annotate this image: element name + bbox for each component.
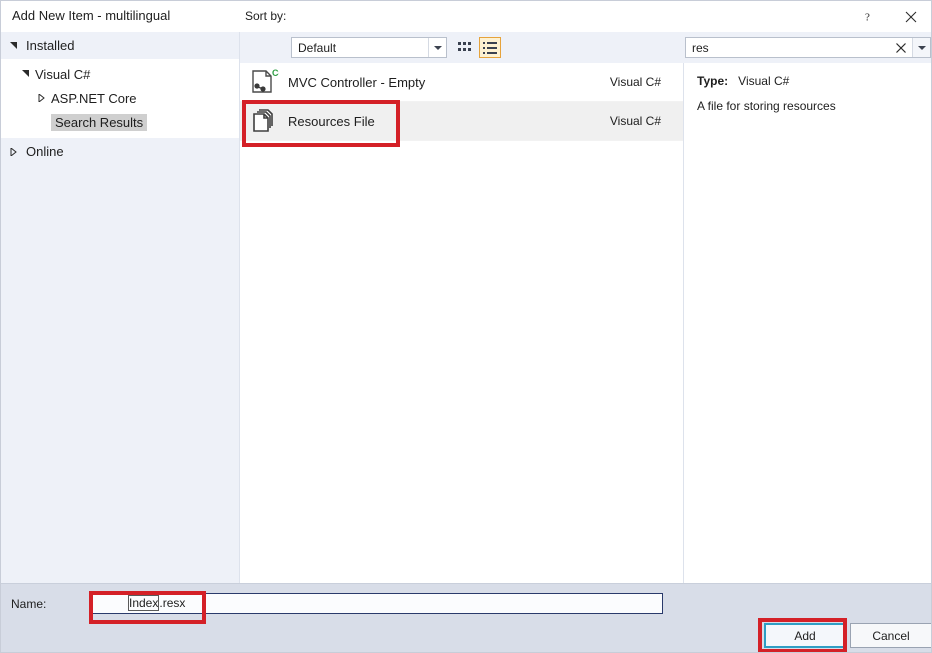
template-list: C# MVC Controller - Empty Visual C# Reso… [240,63,684,583]
sidebar-item-visual-csharp-label: Visual C# [35,66,91,82]
details-pane: Type: Visual C# A file for storing resou… [685,63,931,583]
sidebar-group-installed[interactable]: Installed [1,32,239,59]
name-label: Name: [11,597,47,611]
sidebar-item-aspnet-core-label: ASP.NET Core [51,90,137,106]
list-item-name: Resources File [288,113,375,129]
list-view-icon[interactable] [479,37,501,58]
add-new-item-dialog: Add New Item - multilingual ? Installed [0,0,932,653]
name-input-extension: .resx [159,596,186,610]
sort-by-label: Sort by: [245,9,287,23]
category-sidebar: Installed Visual C# ASP.NET Core Search … [1,32,240,583]
list-item-name: MVC Controller - Empty [288,74,426,90]
sidebar-group-online[interactable]: Online [1,138,239,165]
close-icon[interactable] [889,1,931,32]
resource-file-icon [240,107,288,135]
details-type-value: Visual C# [738,74,790,88]
title-bar-buttons: ? [845,1,931,32]
details-type-label: Type: [697,74,729,88]
list-item[interactable]: Resources File Visual C# [240,102,683,141]
csharp-controller-icon: C# [240,68,288,96]
chevron-down-icon [428,38,446,57]
add-button[interactable]: Add [764,623,846,648]
expander-right-icon [10,147,18,156]
sidebar-item-aspnet-core[interactable]: ASP.NET Core [1,86,239,110]
sidebar-item-visual-csharp[interactable]: Visual C# [1,62,239,86]
sort-by-value: Default [298,41,337,55]
details-description: A file for storing resources [697,99,836,113]
details-type-row: Type: Visual C# [697,74,789,88]
search-input-value: res [692,41,709,55]
name-input-value: Index.resx [127,595,186,611]
sidebar-group-installed-label: Installed [26,38,75,53]
list-item-language: Visual C# [609,75,661,89]
list-item-language: Visual C# [609,114,661,128]
expander-down-icon [17,70,35,78]
sort-by-dropdown[interactable]: Default [291,37,447,58]
search-input[interactable]: res [685,37,931,58]
expander-down-icon [10,41,18,50]
list-item[interactable]: C# MVC Controller - Empty Visual C# [240,63,683,102]
title-bar: Add New Item - multilingual ? [1,1,931,33]
sidebar-group-online-label: Online [26,144,64,159]
dialog-title: Add New Item - multilingual [12,8,171,23]
help-icon[interactable]: ? [845,1,889,32]
svg-text:C#: C# [272,68,279,78]
sidebar-item-search-results[interactable]: Search Results [1,110,239,134]
installed-tree: Visual C# ASP.NET Core Search Results [1,59,239,138]
name-input-selected-text: Index [127,595,160,611]
clear-x-icon[interactable] [892,38,910,57]
sidebar-item-search-results-label: Search Results [51,113,148,131]
search-history-chevron-down-icon[interactable] [912,38,930,57]
expander-right-icon [33,94,51,102]
svg-text:?: ? [865,12,870,24]
cancel-button[interactable]: Cancel [850,623,931,648]
name-input[interactable]: Index.resx [92,593,663,614]
grid-view-icon[interactable] [454,37,476,58]
